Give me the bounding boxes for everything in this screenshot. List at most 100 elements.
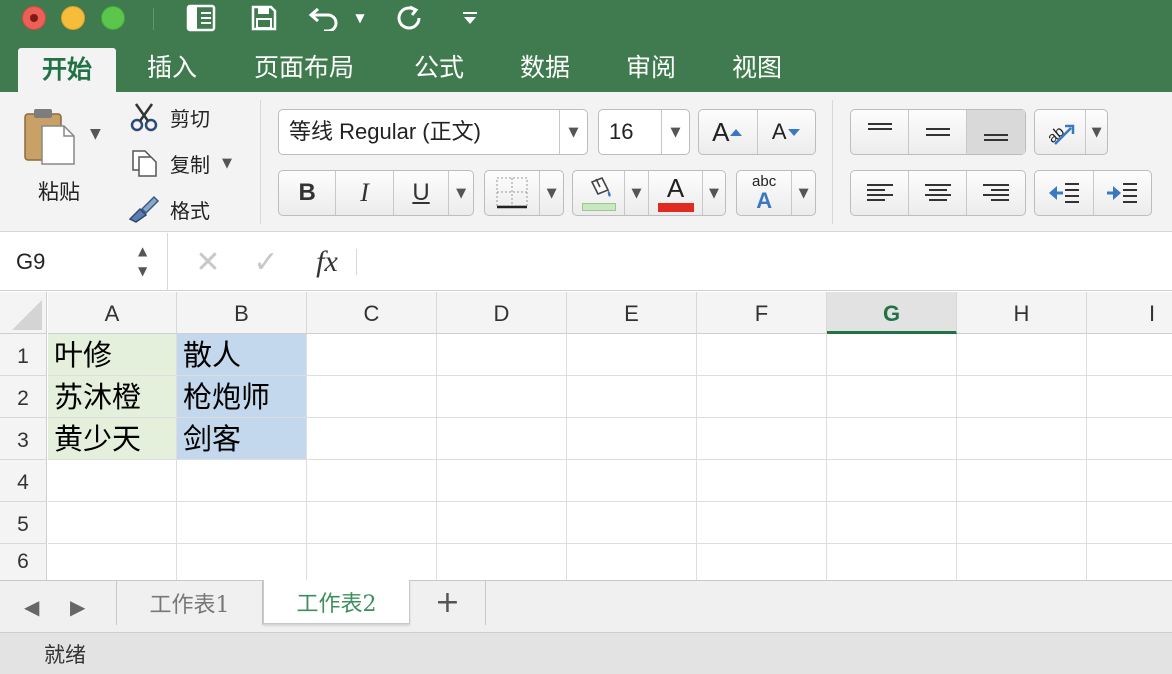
empty-cell[interactable] — [567, 544, 697, 580]
empty-cell[interactable] — [48, 460, 177, 502]
align-right-button[interactable] — [967, 171, 1025, 215]
empty-cell[interactable] — [1087, 544, 1172, 580]
tab-page-layout[interactable]: 页面布局 — [236, 44, 372, 92]
align-left-button[interactable] — [851, 171, 909, 215]
column-header-f[interactable]: F — [697, 292, 827, 334]
insert-function-button[interactable]: fx — [306, 233, 348, 291]
row-header-1[interactable]: 1 — [0, 334, 47, 376]
cut-button[interactable]: 剪切 — [128, 100, 210, 134]
empty-cell[interactable] — [177, 502, 307, 544]
empty-cell[interactable] — [567, 460, 697, 502]
empty-cell[interactable] — [437, 418, 567, 460]
underline-dropdown-button[interactable]: ▼ — [449, 171, 473, 215]
save-button[interactable] — [248, 2, 280, 34]
column-header-e[interactable]: E — [567, 292, 697, 334]
phonetic-dropdown-button[interactable]: ▼ — [792, 171, 815, 215]
sidebar-toggle-button[interactable] — [184, 2, 218, 34]
empty-cell[interactable] — [307, 376, 437, 418]
undo-dropdown-button[interactable]: ▼ — [352, 2, 368, 34]
phonetic-guide-button[interactable]: abc A — [737, 171, 793, 215]
fill-color-dropdown-button[interactable]: ▼ — [625, 171, 649, 215]
empty-cell[interactable] — [957, 376, 1087, 418]
font-size-select[interactable]: 16 ▼ — [598, 109, 690, 155]
add-sheet-button[interactable]: + — [410, 581, 486, 625]
cell-a3[interactable]: 黄少天 — [48, 418, 177, 460]
row-header-4[interactable]: 4 — [0, 460, 47, 502]
empty-cell[interactable] — [307, 502, 437, 544]
customize-toolbar-button[interactable] — [458, 2, 482, 34]
column-header-i[interactable]: I — [1087, 292, 1172, 334]
column-header-h[interactable]: H — [957, 292, 1087, 334]
empty-cell[interactable] — [307, 418, 437, 460]
tab-insert[interactable]: 插入 — [128, 44, 216, 92]
empty-cell[interactable] — [307, 334, 437, 376]
align-middle-button[interactable] — [909, 110, 967, 154]
empty-cell[interactable] — [957, 460, 1087, 502]
empty-cell[interactable] — [957, 334, 1087, 376]
tab-review[interactable]: 审阅 — [608, 44, 694, 92]
empty-cell[interactable] — [1087, 460, 1172, 502]
align-bottom-button[interactable] — [967, 110, 1025, 154]
previous-sheet-button[interactable]: ◀ — [24, 595, 39, 619]
increase-font-size-button[interactable]: A — [699, 110, 758, 154]
cell-b3[interactable]: 剑客 — [177, 418, 307, 460]
minimize-window-button[interactable] — [61, 6, 85, 30]
align-top-button[interactable] — [851, 110, 909, 154]
empty-cell[interactable] — [567, 502, 697, 544]
empty-cell[interactable] — [827, 544, 957, 580]
row-header-2[interactable]: 2 — [0, 376, 47, 418]
empty-cell[interactable] — [827, 460, 957, 502]
empty-cell[interactable] — [1087, 334, 1172, 376]
row-header-5[interactable]: 5 — [0, 502, 47, 544]
empty-cell[interactable] — [697, 544, 827, 580]
copy-button[interactable]: 复制 ▼ — [128, 146, 232, 180]
decrease-font-size-button[interactable]: A — [758, 110, 816, 154]
cell-b1[interactable]: 散人 — [177, 334, 307, 376]
empty-cell[interactable] — [437, 334, 567, 376]
empty-cell[interactable] — [1087, 418, 1172, 460]
borders-dropdown-button[interactable]: ▼ — [540, 171, 563, 215]
empty-cell[interactable] — [437, 376, 567, 418]
empty-cell[interactable] — [697, 334, 827, 376]
empty-cell[interactable] — [567, 418, 697, 460]
confirm-edit-button[interactable]: ✓ — [246, 233, 286, 291]
font-color-dropdown-button[interactable]: ▼ — [703, 171, 725, 215]
zoom-window-button[interactable] — [101, 6, 125, 30]
select-all-button[interactable] — [0, 292, 47, 334]
empty-cell[interactable] — [957, 502, 1087, 544]
empty-cell[interactable] — [827, 502, 957, 544]
align-center-button[interactable] — [909, 171, 967, 215]
empty-cell[interactable] — [697, 502, 827, 544]
empty-cell[interactable] — [567, 376, 697, 418]
column-header-d[interactable]: D — [437, 292, 567, 334]
empty-cell[interactable] — [957, 544, 1087, 580]
increase-indent-button[interactable] — [1094, 171, 1152, 215]
cell-a1[interactable]: 叶修 — [48, 334, 177, 376]
empty-cell[interactable] — [1087, 376, 1172, 418]
empty-cell[interactable] — [567, 334, 697, 376]
redo-button[interactable] — [392, 2, 426, 34]
tab-formulas[interactable]: 公式 — [396, 44, 482, 92]
empty-cell[interactable] — [307, 544, 437, 580]
copy-dropdown-icon[interactable]: ▼ — [222, 156, 232, 171]
bold-button[interactable]: B — [279, 171, 337, 215]
name-box-stepper-icon[interactable]: ▲ ▼ — [138, 241, 147, 281]
empty-cell[interactable] — [437, 544, 567, 580]
cancel-edit-button[interactable]: ✕ — [188, 233, 228, 291]
sheet-tab-1[interactable]: 工作表1 — [117, 581, 263, 625]
decrease-indent-button[interactable] — [1035, 171, 1094, 215]
empty-cell[interactable] — [48, 544, 177, 580]
column-header-c[interactable]: C — [307, 292, 437, 334]
empty-cell[interactable] — [177, 460, 307, 502]
cell-a2[interactable]: 苏沐橙 — [48, 376, 177, 418]
empty-cell[interactable] — [827, 334, 957, 376]
empty-cell[interactable] — [697, 418, 827, 460]
next-sheet-button[interactable]: ▶ — [70, 595, 85, 619]
empty-cell[interactable] — [1087, 502, 1172, 544]
empty-cell[interactable] — [48, 502, 177, 544]
italic-button[interactable]: I — [336, 171, 394, 215]
column-header-a[interactable]: A — [48, 292, 177, 334]
empty-cell[interactable] — [437, 502, 567, 544]
font-color-button[interactable]: A — [649, 171, 703, 215]
empty-cell[interactable] — [697, 460, 827, 502]
